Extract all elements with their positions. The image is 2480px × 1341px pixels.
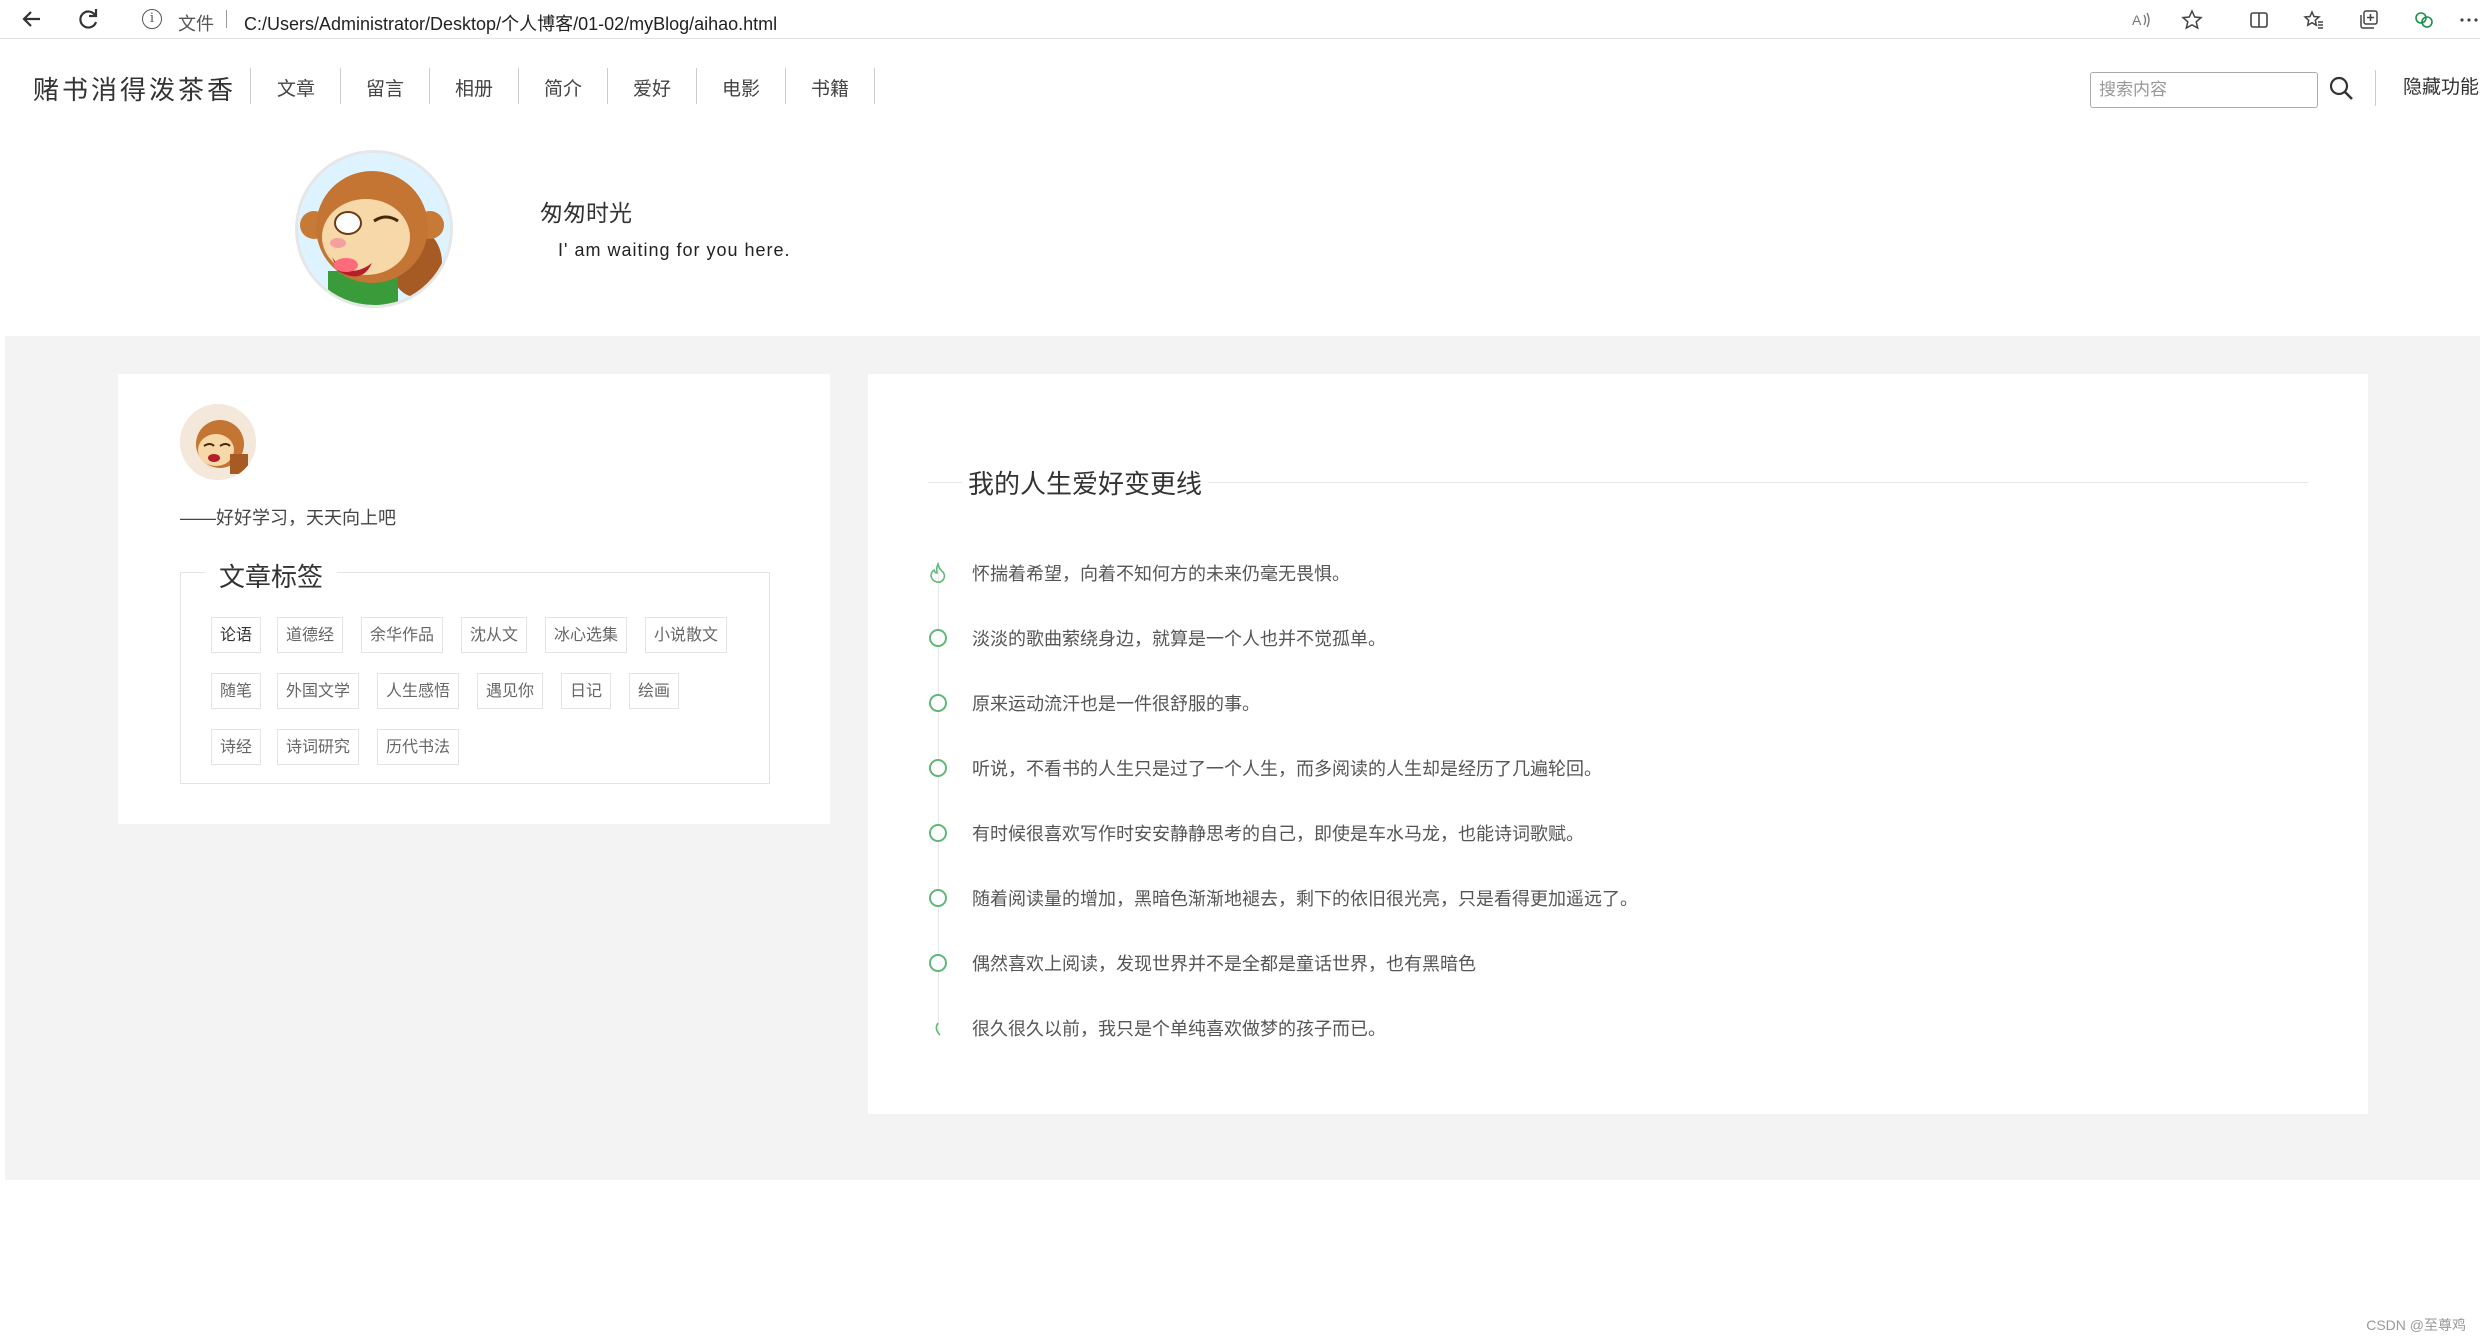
timeline-text: 随着阅读量的增加，黑暗色渐渐地褪去，剩下的依旧很光亮，只是看得更加遥远了。 <box>972 889 1638 909</box>
favorite-star-icon[interactable] <box>2181 9 2203 31</box>
circle-icon <box>929 694 947 712</box>
nav-separator <box>340 68 341 104</box>
timeline-item: 怀揣着希望，向着不知何方的未来仍毫无畏惧。 <box>868 554 2268 594</box>
tag-item[interactable]: 小说散文 <box>645 617 728 653</box>
url-text[interactable]: C:/Users/Administrator/Desktop/个人博客/01-0… <box>244 10 777 36</box>
profile-motto: I' am waiting for you here. <box>558 240 791 260</box>
tag-item[interactable]: 论语 <box>211 617 262 653</box>
address-bar[interactable]: i 文件 C:/Users/Administrator/Desktop/个人博客… <box>128 4 2138 34</box>
nav-separator <box>607 68 608 104</box>
timeline-text: 很久很久以前，我只是个单纯喜欢做梦的孩子而已。 <box>972 1019 1386 1039</box>
avatar <box>295 150 453 308</box>
circle-icon <box>929 629 947 647</box>
timeline-item: 偶然喜欢上阅读，发现世界并不是全都是童话世界，也有黑暗色 <box>868 944 2268 984</box>
site-brand[interactable]: 赌书消得泼茶香 <box>33 70 236 107</box>
info-icon[interactable]: i <box>142 9 162 29</box>
timeline-text: 听说，不看书的人生只是过了一个人生，而多阅读的人生却是经历了几遍轮回。 <box>972 759 1602 779</box>
timeline-item: 随着阅读量的增加，黑暗色渐渐地褪去，剩下的依旧很光亮，只是看得更加遥远了。 <box>868 879 2268 919</box>
tag-item[interactable]: 诗词研究 <box>277 729 360 765</box>
nav-item-books[interactable]: 书籍 <box>811 74 849 101</box>
timeline-item: 听说，不看书的人生只是过了一个人生，而多阅读的人生却是经历了几遍轮回。 <box>868 749 2268 789</box>
top-nav: 赌书消得泼茶香 文章 留言 相册 简介 爱好 电影 书籍 隐藏功能 <box>5 40 2480 130</box>
circle-icon <box>929 824 947 842</box>
small-avatar <box>180 404 256 480</box>
split-screen-icon[interactable] <box>2248 9 2270 31</box>
timeline-item: 有时候很喜欢写作时安安静静思考的自己，即使是车水马龙，也能诗词歌赋。 <box>868 814 2268 854</box>
more-icon[interactable] <box>2458 9 2480 31</box>
nav-item-movies[interactable]: 电影 <box>722 74 760 101</box>
timeline-text: 怀揣着希望，向着不知何方的未来仍毫无畏惧。 <box>972 564 1350 584</box>
refresh-icon[interactable] <box>74 5 102 33</box>
search-icon[interactable] <box>2327 74 2357 104</box>
timeline-text: 原来运动流汗也是一件很舒服的事。 <box>972 694 1260 714</box>
tag-item[interactable]: 沈从文 <box>461 617 528 653</box>
monkey-small-image <box>180 404 256 480</box>
read-aloud-icon[interactable]: A <box>2130 9 2152 31</box>
tag-item[interactable]: 冰心选集 <box>545 617 628 653</box>
monkey-avatar-image <box>298 153 450 305</box>
back-arrow-icon[interactable] <box>18 5 46 33</box>
nav-item-intro[interactable]: 简介 <box>544 74 582 101</box>
tag-item[interactable]: 历代书法 <box>377 729 460 765</box>
profile-name: 匆匆时光 <box>540 200 632 226</box>
tag-item[interactable]: 随笔 <box>211 673 262 709</box>
svg-text:A: A <box>2132 12 2142 28</box>
tag-item[interactable]: 绘画 <box>629 673 680 709</box>
tag-item[interactable]: 日记 <box>561 673 612 709</box>
tags-title: 文章标签 <box>205 557 338 594</box>
nav-separator <box>785 68 786 104</box>
tag-item[interactable]: 遇见你 <box>477 673 544 709</box>
tag-item[interactable]: 人生感悟 <box>377 673 460 709</box>
nav-separator <box>874 68 875 104</box>
tag-item[interactable]: 外国文学 <box>277 673 360 709</box>
main-content: ——好好学习，天天向上吧 文章标签 论语 道德经 余华作品 沈从文 冰心选集 小… <box>5 336 2480 1182</box>
tag-item[interactable]: 道德经 <box>277 617 344 653</box>
browser-toolbar: i 文件 C:/Users/Administrator/Desktop/个人博客… <box>0 0 2480 39</box>
address-separator <box>226 10 227 28</box>
sidebar-card: ——好好学习，天天向上吧 文章标签 论语 道德经 余华作品 沈从文 冰心选集 小… <box>118 374 830 824</box>
nav-separator <box>518 68 519 104</box>
extension-icon[interactable] <box>2413 9 2435 31</box>
nav-separator <box>2375 70 2376 106</box>
nav-item-messages[interactable]: 留言 <box>366 74 404 101</box>
favorites-icon[interactable] <box>2303 9 2325 31</box>
flame-icon <box>930 562 946 584</box>
tags-box: 文章标签 论语 道德经 余华作品 沈从文 冰心选集 小说散文 随笔 外国文学 人… <box>180 557 770 784</box>
circle-icon <box>929 954 947 972</box>
page: 赌书消得泼茶香 文章 留言 相册 简介 爱好 电影 书籍 隐藏功能 <box>5 40 2480 1341</box>
tag-item[interactable]: 诗经 <box>211 729 262 765</box>
nav-item-album[interactable]: 相册 <box>455 74 493 101</box>
timeline-text: 偶然喜欢上阅读，发现世界并不是全都是童话世界，也有黑暗色 <box>972 954 1476 974</box>
search-input[interactable] <box>2090 72 2318 108</box>
timeline-item: 原来运动流汗也是一件很舒服的事。 <box>868 684 2268 724</box>
sidebar-signature: ——好好学习，天天向上吧 <box>180 508 396 528</box>
timeline-text: 淡淡的歌曲萦绕身边，就算是一个人也并不觉孤单。 <box>972 629 1386 649</box>
nav-separator <box>696 68 697 104</box>
nav-separator <box>429 68 430 104</box>
circle-icon <box>929 889 947 907</box>
circle-icon <box>929 759 947 777</box>
timeline-card: 我的人生爱好变更线 怀揣着希望，向着不知何方的未来仍毫无畏惧。 淡淡的歌曲萦绕身… <box>868 374 2368 1114</box>
tag-item[interactable]: 余华作品 <box>361 617 444 653</box>
nav-item-hobbies[interactable]: 爱好 <box>633 74 671 101</box>
collections-icon[interactable] <box>2358 9 2380 31</box>
timeline-text: 有时候很喜欢写作时安安静静思考的自己，即使是车水马龙，也能诗词歌赋。 <box>972 824 1584 844</box>
arc-icon <box>935 1022 941 1036</box>
file-label: 文件 <box>178 14 214 34</box>
timeline-item: 很久很久以前，我只是个单纯喜欢做梦的孩子而已。 <box>868 1009 2268 1049</box>
timeline-item: 淡淡的歌曲萦绕身边，就算是一个人也并不觉孤单。 <box>868 619 2268 659</box>
watermark: CSDN @至尊鸡 <box>2366 1317 2466 1333</box>
hide-features-button[interactable]: 隐藏功能 <box>2403 72 2479 99</box>
footer: CSDN @至尊鸡 <box>5 1180 2480 1341</box>
nav-separator <box>250 68 251 104</box>
nav-item-articles[interactable]: 文章 <box>277 74 315 101</box>
timeline-title: 我的人生爱好变更线 <box>962 464 1209 501</box>
